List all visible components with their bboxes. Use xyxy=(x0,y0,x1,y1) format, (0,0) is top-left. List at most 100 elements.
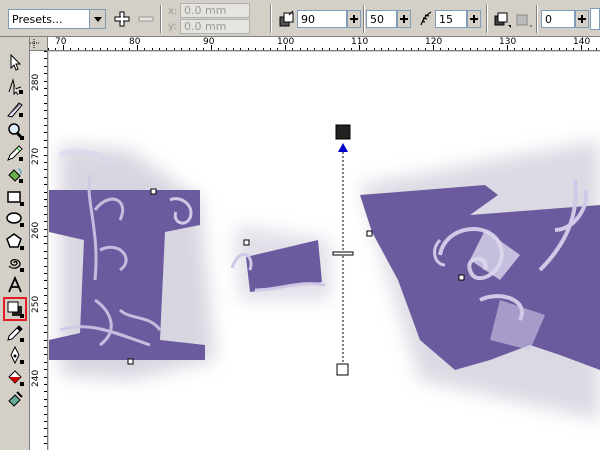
shadow-feather-field[interactable]: 15 xyxy=(435,10,467,28)
shadow-stretch-field[interactable] xyxy=(590,8,600,30)
add-preset-button[interactable] xyxy=(112,9,132,29)
ruler-tick xyxy=(44,214,47,215)
shadow-start-handle[interactable] xyxy=(335,124,351,140)
ruler-tick xyxy=(159,48,160,50)
y-label: y: xyxy=(168,21,177,32)
shadow-opacity-field[interactable]: 50 xyxy=(366,10,397,28)
shadow-angle-field[interactable]: 90 xyxy=(297,10,347,28)
zoom-tool[interactable] xyxy=(5,121,25,141)
ruler-tick xyxy=(536,48,537,50)
ruler-tick xyxy=(44,443,47,444)
node-handle[interactable] xyxy=(458,274,465,281)
ruler-tick xyxy=(263,48,264,50)
spiral-tool[interactable] xyxy=(5,253,25,273)
ruler-tick xyxy=(44,221,47,222)
x-position-field[interactable]: 0.0 mm xyxy=(180,3,250,18)
separator xyxy=(486,5,488,33)
ruler-tick xyxy=(477,48,478,50)
knife-icon xyxy=(7,102,23,118)
separator xyxy=(536,5,538,33)
shadow-feather-spinner[interactable] xyxy=(467,10,481,28)
ruler-tick xyxy=(107,48,108,50)
ruler-tick xyxy=(78,48,79,50)
ruler-tick xyxy=(44,377,47,378)
vertical-ruler[interactable]: 280 270 260 250 240 xyxy=(30,51,48,450)
ruler-tick xyxy=(44,118,47,119)
node-handle[interactable] xyxy=(127,358,134,365)
polygon-tool[interactable] xyxy=(5,231,25,251)
drop-shadow-tool[interactable] xyxy=(3,297,27,321)
ruler-tick xyxy=(470,48,471,50)
ruler-tick xyxy=(44,140,47,141)
ruler-tick xyxy=(44,95,47,96)
remove-preset-button[interactable] xyxy=(136,9,156,29)
node-handle[interactable] xyxy=(243,239,250,246)
drop-shadow-icon xyxy=(7,301,24,318)
shadow-direction-vector[interactable] xyxy=(332,124,354,376)
ruler-tick xyxy=(44,66,47,67)
artwork[interactable] xyxy=(49,52,600,450)
ruler-tick xyxy=(48,48,49,50)
ruler-tick xyxy=(337,48,338,50)
ruler-origin[interactable] xyxy=(30,37,48,51)
shadow-end-handle[interactable] xyxy=(336,363,349,376)
drawing-canvas[interactable] xyxy=(49,52,600,450)
y-position-field[interactable]: 0.0 mm xyxy=(180,19,250,34)
ellipse-tool[interactable] xyxy=(5,208,25,228)
horizontal-ruler[interactable]: 70 80 90 100 110 120 130 140 xyxy=(48,37,600,51)
shape-tool[interactable] xyxy=(5,76,25,96)
ruler-tick xyxy=(255,48,256,50)
ruler-tick xyxy=(44,391,47,392)
ruler-tick xyxy=(314,48,315,50)
ruler-tick xyxy=(270,48,271,50)
ruler-tick xyxy=(344,48,345,50)
ruler-tick xyxy=(596,48,597,50)
ruler-tick xyxy=(129,48,130,50)
shadow-opacity-spinner[interactable] xyxy=(397,10,411,28)
pick-tool[interactable] xyxy=(5,52,25,72)
shadow-fade-spinner[interactable] xyxy=(575,10,589,28)
chevron-down-icon[interactable] xyxy=(89,10,105,28)
ruler-tick xyxy=(507,45,508,50)
presets-dropdown[interactable]: Presets... xyxy=(8,9,106,29)
rectangle-tool[interactable] xyxy=(5,187,25,207)
ruler-tick xyxy=(566,48,567,50)
ruler-tick xyxy=(55,48,56,50)
ruler-tick xyxy=(425,48,426,50)
ruler-tick xyxy=(174,48,175,50)
shadow-fade-field[interactable]: 0 xyxy=(541,10,575,28)
eyedropper-tool[interactable] xyxy=(5,323,25,343)
spiral-icon xyxy=(8,258,24,272)
polygon-icon xyxy=(6,233,24,250)
ruler-tick xyxy=(573,48,574,50)
ruler-tick xyxy=(44,414,47,415)
node-handle[interactable] xyxy=(366,230,373,237)
ruler-tick xyxy=(307,48,308,50)
ruler-tick xyxy=(44,273,47,274)
fill-tool[interactable] xyxy=(5,367,25,387)
interactive-fill-tool[interactable] xyxy=(5,389,25,409)
smart-fill-tool[interactable] xyxy=(5,165,25,185)
ruler-tick xyxy=(44,369,47,370)
ruler-tick xyxy=(44,88,47,89)
opacity-slider-handle[interactable] xyxy=(332,251,354,256)
shadow-angle-spinner[interactable] xyxy=(347,10,361,28)
ruler-tick xyxy=(44,266,47,267)
node-handle[interactable] xyxy=(150,188,157,195)
ruler-tick xyxy=(189,48,190,50)
ruler-tick xyxy=(403,48,404,50)
ruler-tick xyxy=(166,48,167,50)
ruler-tick xyxy=(152,48,153,50)
knife-tool[interactable] xyxy=(5,99,25,119)
feather-edges-button[interactable] xyxy=(513,9,533,29)
feather-direction-button[interactable] xyxy=(492,9,512,29)
ruler-tick xyxy=(44,354,47,355)
outline-tool[interactable] xyxy=(5,345,25,365)
freehand-tool[interactable] xyxy=(5,143,25,163)
text-tool[interactable] xyxy=(5,275,25,295)
ruler-tick xyxy=(92,48,93,50)
shadow-direction-arrow[interactable] xyxy=(338,143,348,152)
ruler-tick xyxy=(544,48,545,50)
ellipse-icon xyxy=(6,212,24,227)
ruler-tick xyxy=(63,45,64,50)
